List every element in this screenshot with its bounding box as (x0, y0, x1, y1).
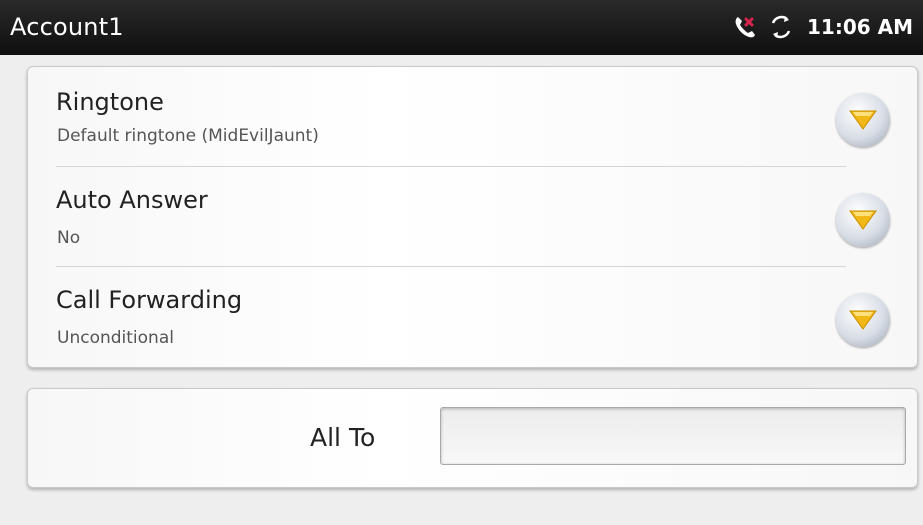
setting-value: Default ringtone (MidEvilJaunt) (57, 126, 319, 146)
chevron-down-icon (849, 210, 877, 230)
clock-time: 11:06 AM (806, 15, 913, 39)
setting-label: Call Forwarding (56, 286, 243, 314)
setting-row-auto-answer[interactable]: Auto Answer No (28, 167, 917, 267)
all-to-label: All To (310, 423, 376, 452)
setting-label: Ringtone (56, 88, 164, 116)
sync-icon (767, 13, 795, 41)
chevron-down-icon (849, 310, 877, 330)
setting-row-ringtone[interactable]: Ringtone Default ringtone (MidEvilJaunt) (28, 67, 917, 167)
missed-call-icon (731, 13, 759, 41)
call-forwarding-dropdown-button[interactable] (836, 293, 890, 347)
chevron-down-icon (849, 110, 877, 130)
status-bar: Account1 11:06 AM (0, 0, 923, 55)
ringtone-dropdown-button[interactable] (836, 93, 890, 147)
setting-value: No (57, 228, 81, 248)
status-icons: 11:06 AM (731, 12, 913, 42)
forwarding-card: All To (27, 388, 918, 488)
window-title: Account1 (10, 13, 124, 41)
setting-row-call-forwarding[interactable]: Call Forwarding Unconditional (28, 267, 917, 367)
setting-value: Unconditional (57, 328, 174, 348)
setting-label: Auto Answer (56, 186, 208, 214)
auto-answer-dropdown-button[interactable] (836, 193, 890, 247)
settings-card: Ringtone Default ringtone (MidEvilJaunt)… (27, 66, 918, 368)
all-to-input[interactable] (440, 407, 906, 465)
